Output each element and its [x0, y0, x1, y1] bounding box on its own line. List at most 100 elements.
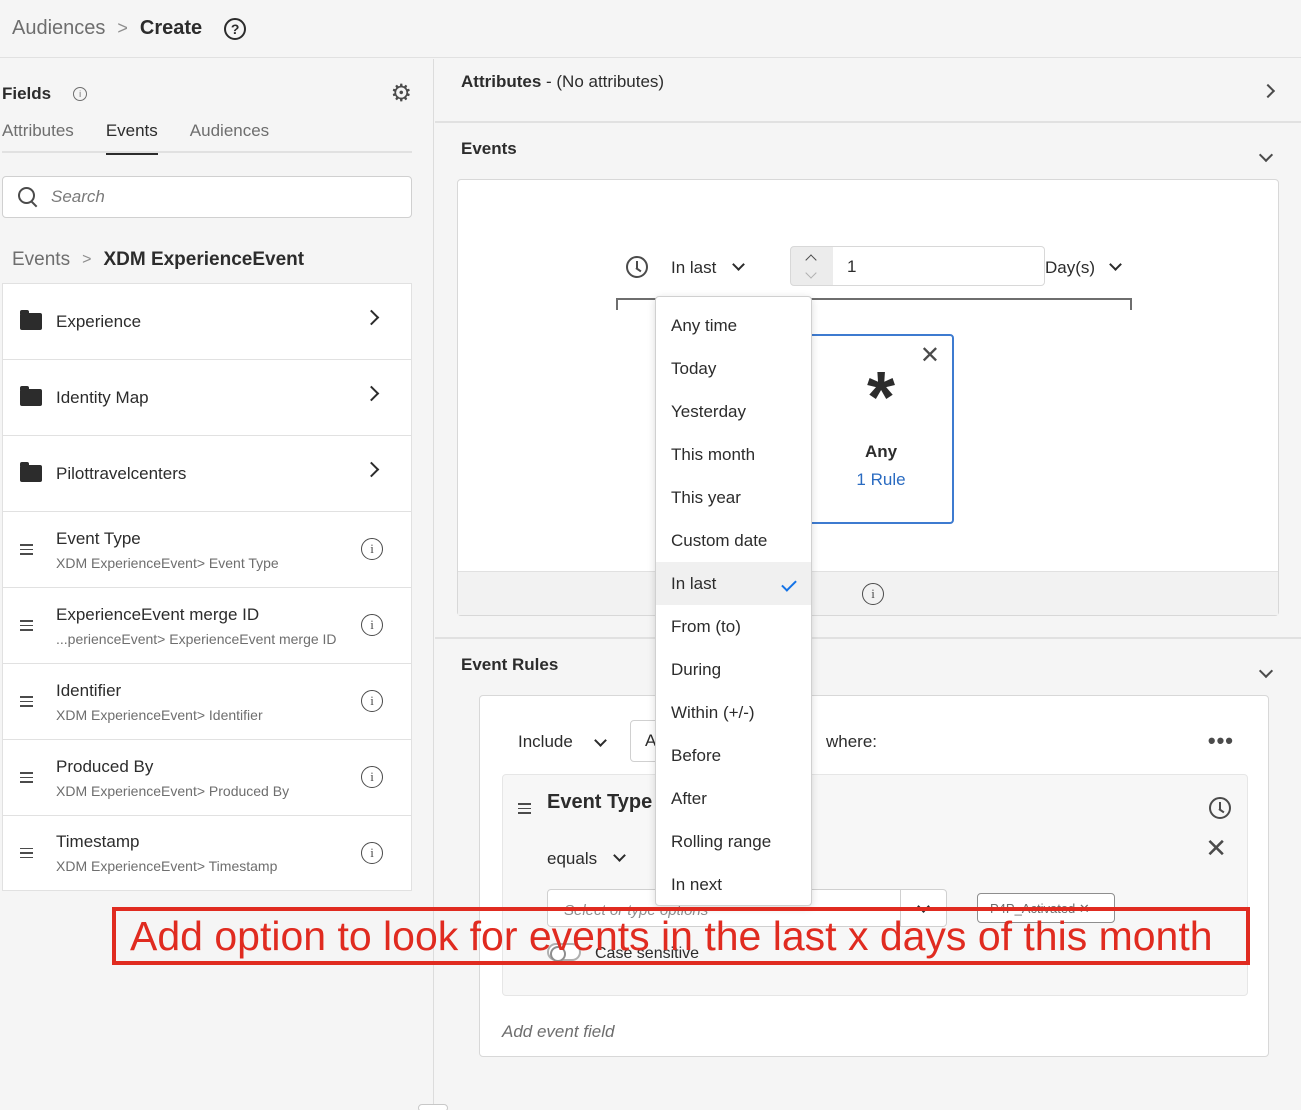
- field-name: Identifier: [56, 680, 122, 700]
- chevron-down-icon[interactable]: [1109, 258, 1122, 271]
- fields-tabs: Attributes Events Audiences: [2, 121, 412, 155]
- include-selector[interactable]: Include: [518, 732, 573, 752]
- menu-item-rolling-range[interactable]: Rolling range: [656, 820, 811, 863]
- menu-item-during[interactable]: During: [656, 648, 811, 691]
- asterisk-icon: *: [866, 358, 896, 438]
- drag-handle-icon[interactable]: [20, 696, 33, 707]
- field-row-merge-id[interactable]: ExperienceEvent merge ID ...perienceEven…: [2, 587, 412, 663]
- menu-item-any-time[interactable]: Any time: [656, 304, 811, 347]
- drag-handle-icon[interactable]: [518, 803, 531, 814]
- chevron-right-icon: [363, 385, 380, 402]
- chevron-down-icon[interactable]: [613, 849, 626, 862]
- clock-icon: [626, 256, 648, 278]
- field-path: XDM ExperienceEvent> Identifier: [56, 706, 263, 723]
- field-name: Produced By: [56, 756, 154, 776]
- drag-handle-icon[interactable]: [20, 847, 33, 859]
- folder-label: Experience: [56, 311, 142, 331]
- page-title: Create: [139, 17, 203, 39]
- menu-item-this-month[interactable]: This month: [656, 433, 811, 476]
- tab-events[interactable]: Events: [105, 121, 158, 155]
- menu-item-custom-date[interactable]: Custom date: [656, 519, 811, 562]
- event-type-title: Event Type: [547, 791, 653, 813]
- menu-item-in-next[interactable]: In next: [656, 863, 811, 906]
- field-row-event-type[interactable]: Event Type XDM ExperienceEvent> Event Ty…: [2, 511, 412, 587]
- path-root[interactable]: Events: [12, 249, 70, 271]
- info-icon[interactable]: i: [361, 538, 383, 560]
- menu-item-before[interactable]: Before: [656, 734, 811, 777]
- clock-icon[interactable]: [1209, 797, 1231, 819]
- tab-attributes[interactable]: Attributes: [2, 121, 74, 153]
- any-card-rule-link[interactable]: 1 Rule: [810, 470, 952, 490]
- operator-selector[interactable]: equals: [547, 849, 597, 869]
- path-separator: >: [82, 251, 92, 268]
- count-stepper[interactable]: [790, 246, 834, 286]
- chevron-down-icon[interactable]: [1258, 663, 1274, 679]
- chevron-down-icon[interactable]: [594, 734, 607, 747]
- unit-selector[interactable]: Day(s): [1045, 258, 1095, 278]
- search-input[interactable]: [51, 187, 371, 207]
- field-name: Timestamp: [56, 832, 140, 851]
- breadcrumb-root[interactable]: Audiences: [12, 17, 105, 40]
- field-name: ExperienceEvent merge ID: [56, 604, 260, 624]
- help-icon[interactable]: ?: [224, 17, 247, 40]
- menu-item-within[interactable]: Within (+/-): [656, 691, 811, 734]
- info-icon[interactable]: i: [361, 614, 383, 636]
- drag-handle-icon[interactable]: [20, 620, 33, 631]
- attributes-subtitle: - (No attributes): [541, 72, 665, 91]
- where-label: where:: [826, 732, 878, 751]
- field-row-timestamp[interactable]: Timestamp XDM ExperienceEvent> Timestamp…: [2, 815, 412, 891]
- attributes-title: Attributes: [461, 72, 542, 91]
- field-path: XDM ExperienceEvent> Event Type: [56, 554, 279, 571]
- folder-label: Identity Map: [56, 387, 149, 407]
- add-event-field-link[interactable]: Add event field: [502, 1022, 614, 1042]
- folder-row-pilottravelcenters[interactable]: Pilottravelcenters: [2, 435, 412, 511]
- section-divider: [435, 637, 1301, 639]
- annotation-box: Add option to look for events in the las…: [112, 907, 1250, 965]
- search-box[interactable]: [2, 176, 412, 218]
- breadcrumb-separator: >: [117, 18, 128, 38]
- gear-icon[interactable]: ⚙: [390, 81, 412, 107]
- more-options-icon[interactable]: •••: [1208, 728, 1234, 754]
- events-card: In last 1 Day(s) ✕ * Any 1 Rule i: [457, 179, 1279, 616]
- menu-item-in-last[interactable]: In last: [656, 562, 811, 605]
- count-input[interactable]: 1: [833, 246, 1045, 286]
- menu-item-this-year[interactable]: This year: [656, 476, 811, 519]
- folder-row-experience[interactable]: Experience: [2, 283, 412, 359]
- chevron-right-icon[interactable]: [1260, 83, 1276, 99]
- resize-handle[interactable]: [418, 1104, 448, 1110]
- info-icon[interactable]: i: [361, 766, 383, 788]
- any-event-card[interactable]: ✕ * Any 1 Rule: [808, 334, 954, 524]
- menu-item-after[interactable]: After: [656, 777, 811, 820]
- annotation-text: Add option to look for events in the las…: [130, 913, 1213, 959]
- info-icon[interactable]: i: [73, 87, 88, 101]
- any-card-label: Any: [864, 442, 898, 461]
- info-icon[interactable]: i: [862, 583, 884, 605]
- drag-handle-icon[interactable]: [20, 544, 33, 555]
- checkmark-icon: [781, 576, 797, 592]
- menu-item-today[interactable]: Today: [656, 347, 811, 390]
- event-rules-title: Event Rules: [461, 655, 559, 674]
- increment-icon[interactable]: [805, 254, 817, 266]
- menu-item-from-to[interactable]: From (to): [656, 605, 811, 648]
- field-path: ...perienceEvent> ExperienceEvent merge …: [56, 630, 337, 647]
- info-icon[interactable]: i: [361, 842, 383, 864]
- attributes-section[interactable]: Attributes - (No attributes): [435, 59, 1301, 123]
- menu-item-label: In last: [671, 574, 717, 593]
- field-text: Event Type XDM ExperienceEvent> Event Ty…: [56, 529, 279, 571]
- field-path-breadcrumb: Events > XDM ExperienceEvent: [12, 249, 304, 271]
- chevron-down-icon[interactable]: [732, 258, 745, 271]
- decrement-icon[interactable]: [805, 267, 817, 279]
- drag-handle-icon[interactable]: [20, 772, 33, 783]
- field-text: Timestamp XDM ExperienceEvent> Timestamp: [56, 832, 277, 874]
- menu-item-yesterday[interactable]: Yesterday: [656, 390, 811, 433]
- folder-row-identity-map[interactable]: Identity Map: [2, 359, 412, 435]
- field-row-produced-by[interactable]: Produced By XDM ExperienceEvent> Produce…: [2, 739, 412, 815]
- chevron-right-icon: [363, 461, 380, 478]
- time-selector[interactable]: In last: [671, 258, 716, 278]
- tab-audiences[interactable]: Audiences: [190, 121, 269, 153]
- field-row-identifier[interactable]: Identifier XDM ExperienceEvent> Identifi…: [2, 663, 412, 739]
- remove-rule-icon[interactable]: ✕: [1205, 835, 1227, 861]
- info-icon[interactable]: i: [361, 690, 383, 712]
- path-current: XDM ExperienceEvent: [103, 249, 305, 270]
- chevron-down-icon[interactable]: [1258, 147, 1274, 163]
